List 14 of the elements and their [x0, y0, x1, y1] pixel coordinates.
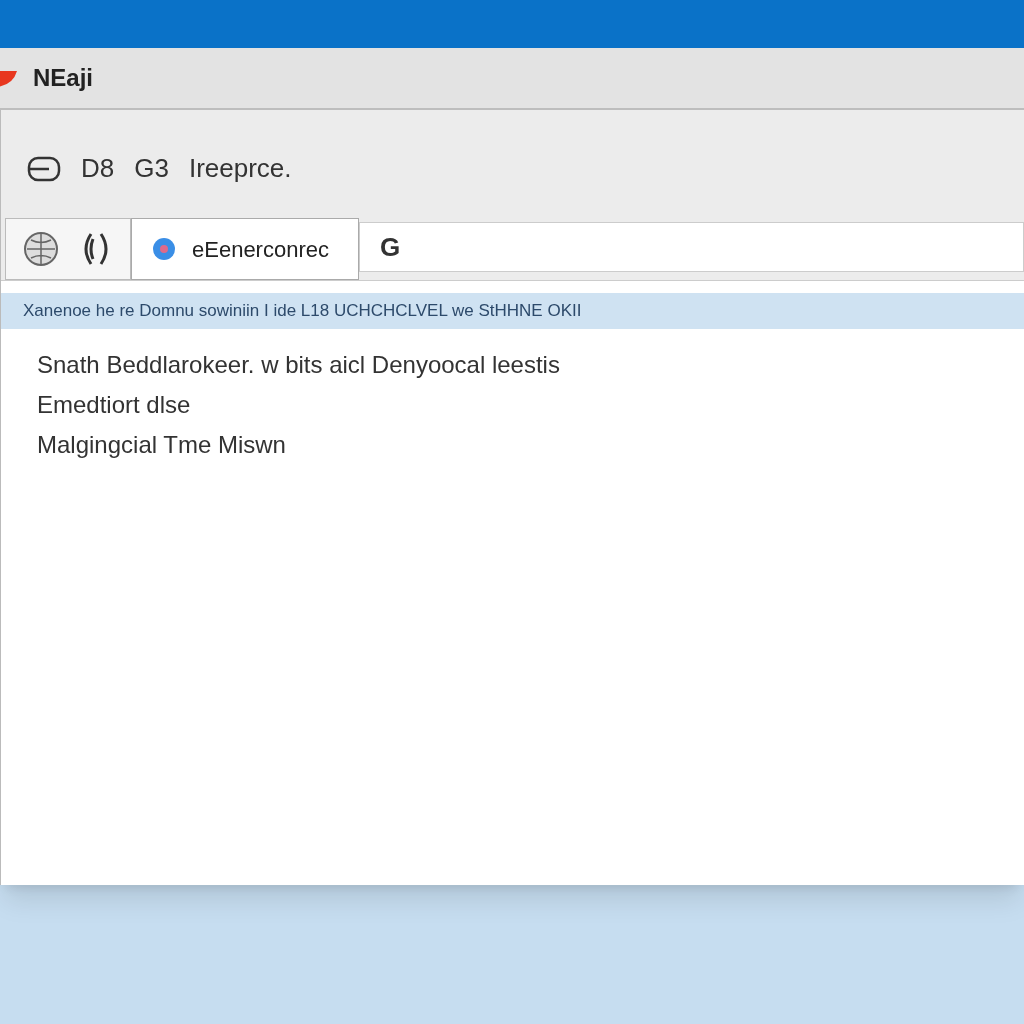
toolbar-item[interactable]: D8 [81, 149, 115, 188]
tab[interactable] [5, 218, 131, 280]
info-text: Xanenoe he re Domnu sowiniin I ide L18 UCHCHCLVEL we StHHNE OKII [23, 300, 582, 323]
tab[interactable]: eEenerconrec [131, 218, 359, 280]
toolbar-item[interactable]: Ireeprce. [188, 149, 292, 188]
globe-icon [23, 231, 59, 267]
content-line: Emedtiort dlse [37, 390, 192, 420]
dot-icon [152, 237, 176, 261]
content-line: Snath Beddlarokeer. w bits aicl Denyoocal leestis [37, 350, 561, 380]
window-icon [27, 155, 61, 182]
address-field[interactable]: G [359, 222, 1024, 272]
window-title: NEaji [33, 63, 94, 93]
toolbar-item[interactable]: G3 [134, 149, 169, 188]
content-line: Malgingcial Tme Miswn [37, 430, 287, 460]
